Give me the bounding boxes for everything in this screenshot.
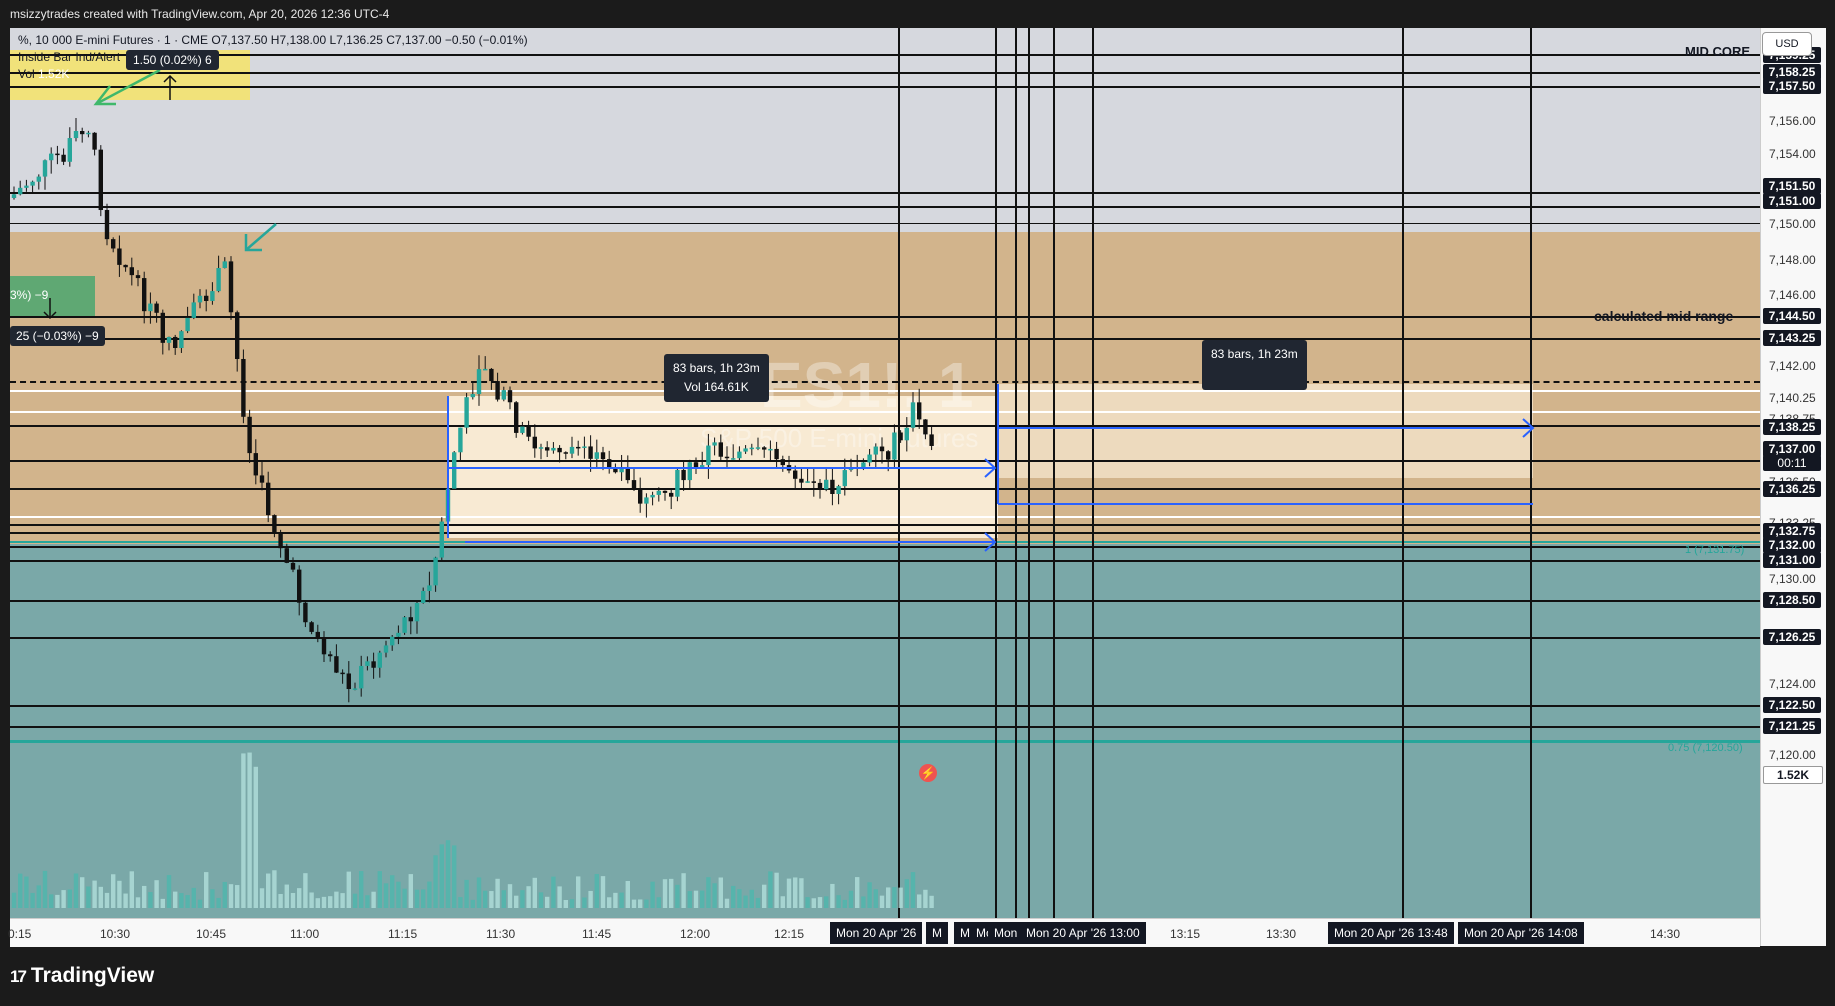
time-tick: 12:15	[774, 927, 805, 941]
time-tick: 11:15	[388, 927, 418, 941]
price-tick: 7,148.00	[1769, 253, 1816, 267]
price-tick: 7,150.00	[1769, 217, 1816, 231]
measure-left-tooltip-1: 3%) −9	[10, 288, 49, 302]
price-tag[interactable]: 7,136.25	[1763, 481, 1821, 497]
time-axis[interactable]: 0:15 10:30 10:45 11:00 11:15 11:30 11:45 12:00 1…	[8, 918, 1760, 947]
time-tick: 12:00	[680, 927, 711, 941]
price-axis[interactable]: 7,156.00 7,154.00 7,150.00 7,148.00 7,146.00…	[1760, 28, 1826, 946]
price-tick: 7,120.00	[1769, 748, 1816, 762]
chart-header: msizzytrades created with TradingView.co…	[0, 0, 1835, 28]
time-tick: 11:30	[486, 927, 516, 941]
range1-tooltip: 83 bars, 1h 23m Vol 164.61K	[664, 354, 769, 402]
teal-arrow	[245, 223, 277, 251]
price-tag[interactable]: 7,144.50	[1763, 308, 1821, 324]
price-tick: 7,140.25	[1769, 391, 1816, 405]
chart-legend[interactable]: %, 10 000 E-mini Futures · 1 · CME O7,13…	[18, 32, 528, 83]
price-tag[interactable]: 7,121.25	[1763, 718, 1821, 734]
chart-frame[interactable]: ES1!, 1 S&P 500 E-mini Futures %, 10 000…	[8, 28, 1826, 947]
vol-value: 1.52K	[38, 67, 70, 81]
price-tag[interactable]: 7,157.50	[1763, 78, 1821, 94]
time-marker[interactable]: Mon 20 Apr '26	[830, 922, 923, 944]
price-tag[interactable]: 7,132.00	[1763, 537, 1821, 553]
price-tag[interactable]: 7,143.25	[1763, 330, 1821, 346]
mid-range-label: calculated mid range	[1594, 308, 1734, 324]
time-tick: 13:30	[1266, 927, 1297, 941]
symbol-ohlc: %, 10 000 E-mini Futures · 1 · CME O7,13…	[18, 33, 528, 47]
fib-1-label: 1 (7,131.75)	[1685, 544, 1745, 556]
price-tag[interactable]: 7,122.50	[1763, 697, 1821, 713]
chart-pane[interactable]: ES1!, 1 S&P 500 E-mini Futures %, 10 000…	[10, 28, 1760, 946]
price-tick: 7,146.00	[1769, 288, 1816, 302]
time-marker[interactable]: Mon 20 Apr '26 14:08	[1458, 922, 1584, 944]
range2-tooltip: 83 bars, 1h 23m	[1202, 340, 1307, 390]
price-tag[interactable]: 7,138.25	[1763, 419, 1821, 435]
price-tag[interactable]: 7,128.50	[1763, 592, 1821, 608]
volume-tag: 1.52K	[1763, 766, 1823, 784]
price-tag[interactable]: 7,126.25	[1763, 629, 1821, 645]
time-tick: 10:30	[100, 927, 131, 941]
measure-left-tooltip-2: 25 (−0.03%) −9	[10, 326, 105, 346]
tradingview-logo[interactable]: 17 TradingView	[10, 964, 154, 988]
flash-icon[interactable]: ⚡	[919, 764, 937, 782]
tv-brand-name: TradingView	[30, 964, 155, 987]
time-marker[interactable]: Mon 20 Apr '26 13:48	[1328, 922, 1454, 944]
price-tag[interactable]: 7,151.50	[1763, 178, 1821, 194]
time-tick: 11:45	[582, 927, 612, 941]
price-tick: 7,156.00	[1769, 114, 1816, 128]
mid-core-label: MID CORE	[1685, 44, 1750, 59]
price-tag[interactable]: 7,131.00	[1763, 552, 1821, 568]
measure-small-tooltip: 1.50 (0.02%) 6	[126, 50, 219, 70]
volume-legend[interactable]: Vol 1.52K	[18, 66, 528, 83]
vol-label: Vol	[18, 67, 35, 81]
range1-volume: Vol 164.61K	[683, 380, 749, 394]
time-tick: 10:45	[196, 927, 227, 941]
time-marker[interactable]: M	[926, 922, 948, 944]
range1-bars: 83 bars, 1h 23m	[673, 361, 760, 375]
indicator-label[interactable]: Inside Bar Ind/Alert	[18, 49, 528, 66]
time-tick: 13:15	[1170, 927, 1201, 941]
price-tick: 7,142.00	[1769, 359, 1816, 373]
tv-logo-icon: 17	[10, 967, 27, 986]
price-tick: 7,124.00	[1769, 677, 1816, 691]
countdown-tag: 00:11	[1763, 455, 1821, 471]
currency-selector[interactable]: USD	[1762, 32, 1812, 56]
price-tick: 7,130.00	[1769, 572, 1816, 586]
fib-075-label: 0.75 (7,120.50)	[1668, 742, 1743, 754]
time-marker[interactable]: Mon 20 Apr '26 13:00	[1020, 922, 1146, 944]
price-tick: 7,154.00	[1769, 147, 1816, 161]
time-tick: 0:15	[8, 927, 32, 941]
price-tag[interactable]: 7,151.00	[1763, 193, 1821, 209]
time-tick: 11:00	[290, 927, 320, 941]
time-tick: 14:30	[1650, 927, 1681, 941]
measure-arrows[interactable]	[10, 28, 1760, 918]
